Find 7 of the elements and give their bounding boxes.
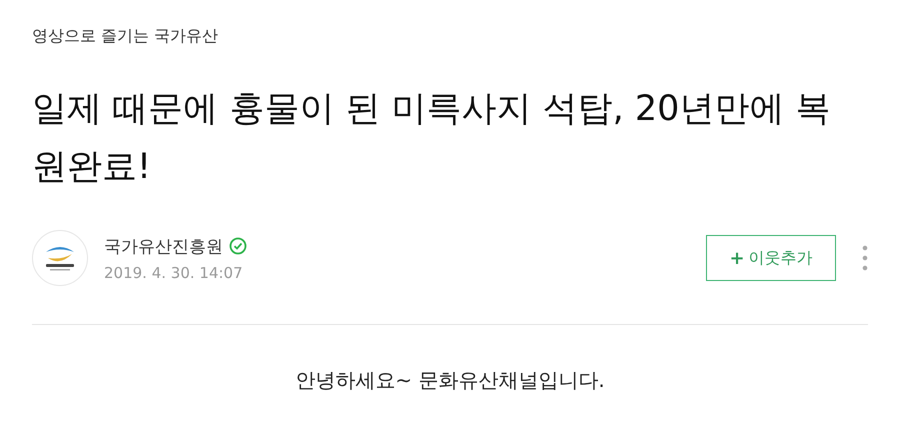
category-label[interactable]: 영상으로 즐기는 국가유산 xyxy=(32,0,868,50)
add-neighbor-button[interactable]: + 이웃추가 xyxy=(706,235,836,281)
author-name[interactable]: 국가유산진흥원 xyxy=(104,234,223,258)
post-title: 일제 때문에 흉물이 된 미륵사지 석탑, 20년만에 복원완료! xyxy=(32,88,832,189)
profile-logo-icon[interactable] xyxy=(32,230,88,286)
post-date: 2019. 4. 30. 14:07 xyxy=(104,264,244,282)
body-text: 안녕하세요~ 문화유산채널입니다. xyxy=(294,367,606,394)
